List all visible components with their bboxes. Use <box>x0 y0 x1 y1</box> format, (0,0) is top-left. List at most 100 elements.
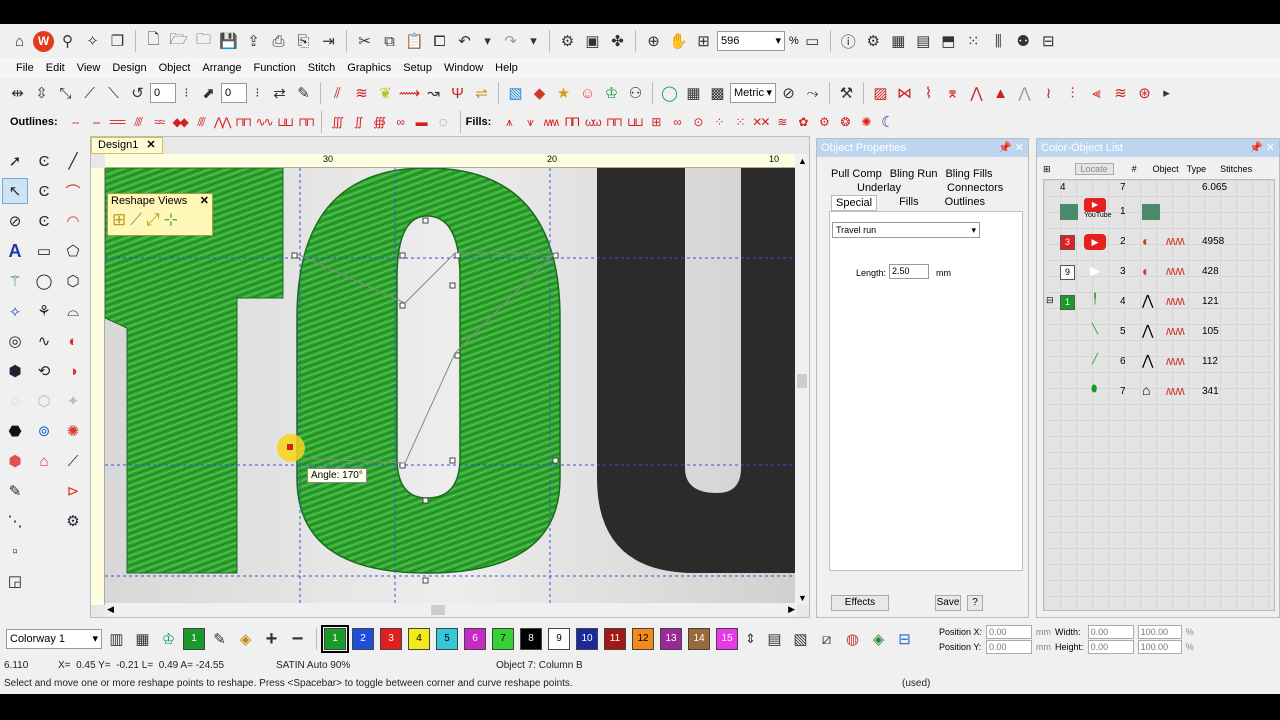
pencil-icon[interactable]: ✎ <box>2 478 28 504</box>
pin-icon-2[interactable]: 📌 <box>1249 142 1263 154</box>
menu-edit[interactable]: Edit <box>40 58 71 78</box>
frame-icon[interactable]: ▦ <box>887 30 910 53</box>
shirt-icon[interactable]: ♔ <box>600 82 623 105</box>
tab-pull-comp[interactable]: Pull Comp <box>827 167 886 181</box>
palette-swatch-9[interactable]: 9 <box>548 628 570 650</box>
cluster-icon[interactable]: ⚘ <box>31 298 57 324</box>
outline-e-icon[interactable]: ⊔⊔ <box>275 112 295 132</box>
copy-icon[interactable]: ⧉ <box>378 30 401 53</box>
close-panel-icon[interactable]: ✕ <box>1015 142 1024 154</box>
view-window-icon[interactable]: ▭ <box>801 30 824 53</box>
mirror-h-icon[interactable]: ⇹ <box>6 82 29 105</box>
reshape-nodes-icon[interactable]: ⊞ <box>112 210 126 230</box>
close-tab-icon[interactable]: ✕ <box>146 138 155 153</box>
fill-cross-icon[interactable]: ⊞ <box>645 112 665 132</box>
lasso-icon[interactable]: ◯ <box>658 82 681 105</box>
menu-help[interactable]: Help <box>489 58 524 78</box>
scroll-right-icon[interactable]: ▶ <box>788 604 795 615</box>
reshape-c2-icon[interactable]: Ͼ <box>31 178 57 204</box>
outline-satin-icon[interactable]: ⫽⫽ <box>191 112 211 132</box>
send-icon[interactable]: ⇥ <box>317 30 340 53</box>
stamp-icon[interactable]: ◲ <box>2 568 28 594</box>
thread-chart-icon[interactable]: ▤ <box>763 628 786 651</box>
fill-grid-icon[interactable]: ⁙ <box>729 112 749 132</box>
eyedropper-icon[interactable]: ✎ <box>208 628 231 651</box>
polygon2-icon[interactable]: ⬡ <box>60 268 86 294</box>
menu-function[interactable]: Function <box>248 58 302 78</box>
reshape-c3-icon[interactable]: Ͼ <box>31 208 57 234</box>
picture-fill-icon[interactable]: ▧ <box>504 82 527 105</box>
measure-icon[interactable]: ⫼ <box>987 30 1010 53</box>
width-apply-icon[interactable]: ⁝ <box>248 82 267 105</box>
paint-bucket-icon[interactable]: ◈ <box>234 628 257 651</box>
shirt-color-icon[interactable]: ♔ <box>157 628 180 651</box>
circle-fill-icon[interactable]: ◐ <box>60 328 86 354</box>
current-color-swatch[interactable]: 1 <box>183 628 205 650</box>
position-y-input[interactable]: 0.00 <box>986 639 1033 654</box>
fill-zig-icon[interactable]: ⩛ <box>519 112 539 132</box>
fill-pattern-3-icon[interactable]: ⌇ <box>917 82 940 105</box>
table-row[interactable]: ▶ YouTube 1 <box>1044 198 1276 228</box>
print-preview-icon[interactable]: ⎘ <box>292 30 315 53</box>
palette-scroll-icon[interactable]: ⇕ <box>741 628 760 651</box>
collapse-icon[interactable]: ⊟ <box>1046 295 1054 306</box>
blank-tool3-icon[interactable] <box>31 538 57 564</box>
outline-circle-icon[interactable]: ◌ <box>432 111 455 134</box>
help-button[interactable]: ? <box>967 595 983 611</box>
fill-pattern-9-icon[interactable]: ⫶ <box>1061 82 1084 105</box>
pin-icon[interactable]: 📌 <box>998 142 1012 154</box>
outline-stem-icon[interactable]: ⫽⫽ <box>128 112 148 132</box>
color-cube-icon[interactable]: ◈ <box>867 628 890 651</box>
distribute-icon[interactable]: ⟍ <box>102 82 125 105</box>
height-field[interactable]: 0.00 <box>1087 639 1134 654</box>
skew-icon[interactable]: ⤡ <box>54 82 77 105</box>
fill-mm-icon[interactable]: ʍʍ <box>540 112 560 132</box>
units-select[interactable]: Metric ▾ <box>730 83 776 103</box>
blank-tool4-icon[interactable] <box>60 538 86 564</box>
info-icon[interactable]: ⓘ <box>837 30 860 53</box>
fill-bubble-icon[interactable]: ✺ <box>855 112 875 132</box>
fill-chain-icon[interactable]: ∞ <box>666 112 686 132</box>
palette-swatch-14[interactable]: 14 <box>688 628 710 650</box>
palette-swatch-7[interactable]: 7 <box>492 628 514 650</box>
outline-loop-icon[interactable]: ∰ <box>369 112 389 132</box>
add-color-icon[interactable]: + <box>260 628 283 651</box>
color-film-icon[interactable]: ✤ <box>606 30 629 53</box>
branch-icon[interactable]: ⇌ <box>470 82 493 105</box>
document-tab[interactable]: Design1 ✕ <box>91 137 163 154</box>
color-swatch[interactable]: 3 <box>1060 235 1075 250</box>
outline-teeth-icon[interactable]: ⊓⊓ <box>296 112 316 132</box>
outline-leaf-icon[interactable]: ❦ <box>374 82 397 105</box>
menu-graphics[interactable]: Graphics <box>341 58 397 78</box>
print-icon[interactable]: ⎙ <box>267 30 290 53</box>
scroll-thumb-h[interactable] <box>431 605 445 615</box>
scroll-up-icon[interactable]: ▲ <box>798 156 807 166</box>
reshape-add-icon[interactable]: ⊹ <box>164 210 178 230</box>
hexagon-icon[interactable]: ⬢ <box>2 358 28 384</box>
pan-icon[interactable]: ✋ <box>667 30 690 53</box>
fill-circle-icon[interactable]: ⊙ <box>687 112 707 132</box>
scale-width-field[interactable]: 100.00 <box>1137 624 1182 639</box>
scroll-down-icon[interactable]: ▼ <box>798 593 807 603</box>
outline-run-icon[interactable]: - - <box>65 112 85 132</box>
vertical-scrollbar[interactable]: ▲ ▼ <box>795 154 809 605</box>
undo-icon[interactable]: ↶ <box>453 30 476 53</box>
dots-icon[interactable]: ⋱ <box>2 508 28 534</box>
menu-object[interactable]: Object <box>153 58 197 78</box>
fill-spiral-icon[interactable]: ❂ <box>834 112 854 132</box>
reshape-tool-icon[interactable]: ↖ <box>2 178 28 204</box>
outline-triple-icon[interactable]: === <box>107 112 127 132</box>
settings-icon[interactable]: ⚙ <box>862 30 885 53</box>
lines-icon[interactable]: ∿ <box>31 328 57 354</box>
resize-icon[interactable]: ⬈ <box>197 82 220 105</box>
color-blend-icon[interactable]: ▧ <box>789 628 812 651</box>
tatami-stitch-icon[interactable]: ≋ <box>350 82 373 105</box>
star-icon[interactable]: ★ <box>552 82 575 105</box>
applique-icon[interactable]: ⊚ <box>31 418 57 444</box>
outline-backstitch-icon[interactable]: ≈≈ <box>149 112 169 132</box>
colorway-stack-icon[interactable]: ▥ <box>105 628 128 651</box>
open-folder-icon[interactable]: 🗁 <box>167 30 190 53</box>
tab-bling-fills[interactable]: Bling Fills <box>941 167 996 181</box>
scroll-left-icon[interactable]: ◀ <box>107 604 114 615</box>
select-arrow-icon[interactable]: ➚ <box>2 148 28 174</box>
